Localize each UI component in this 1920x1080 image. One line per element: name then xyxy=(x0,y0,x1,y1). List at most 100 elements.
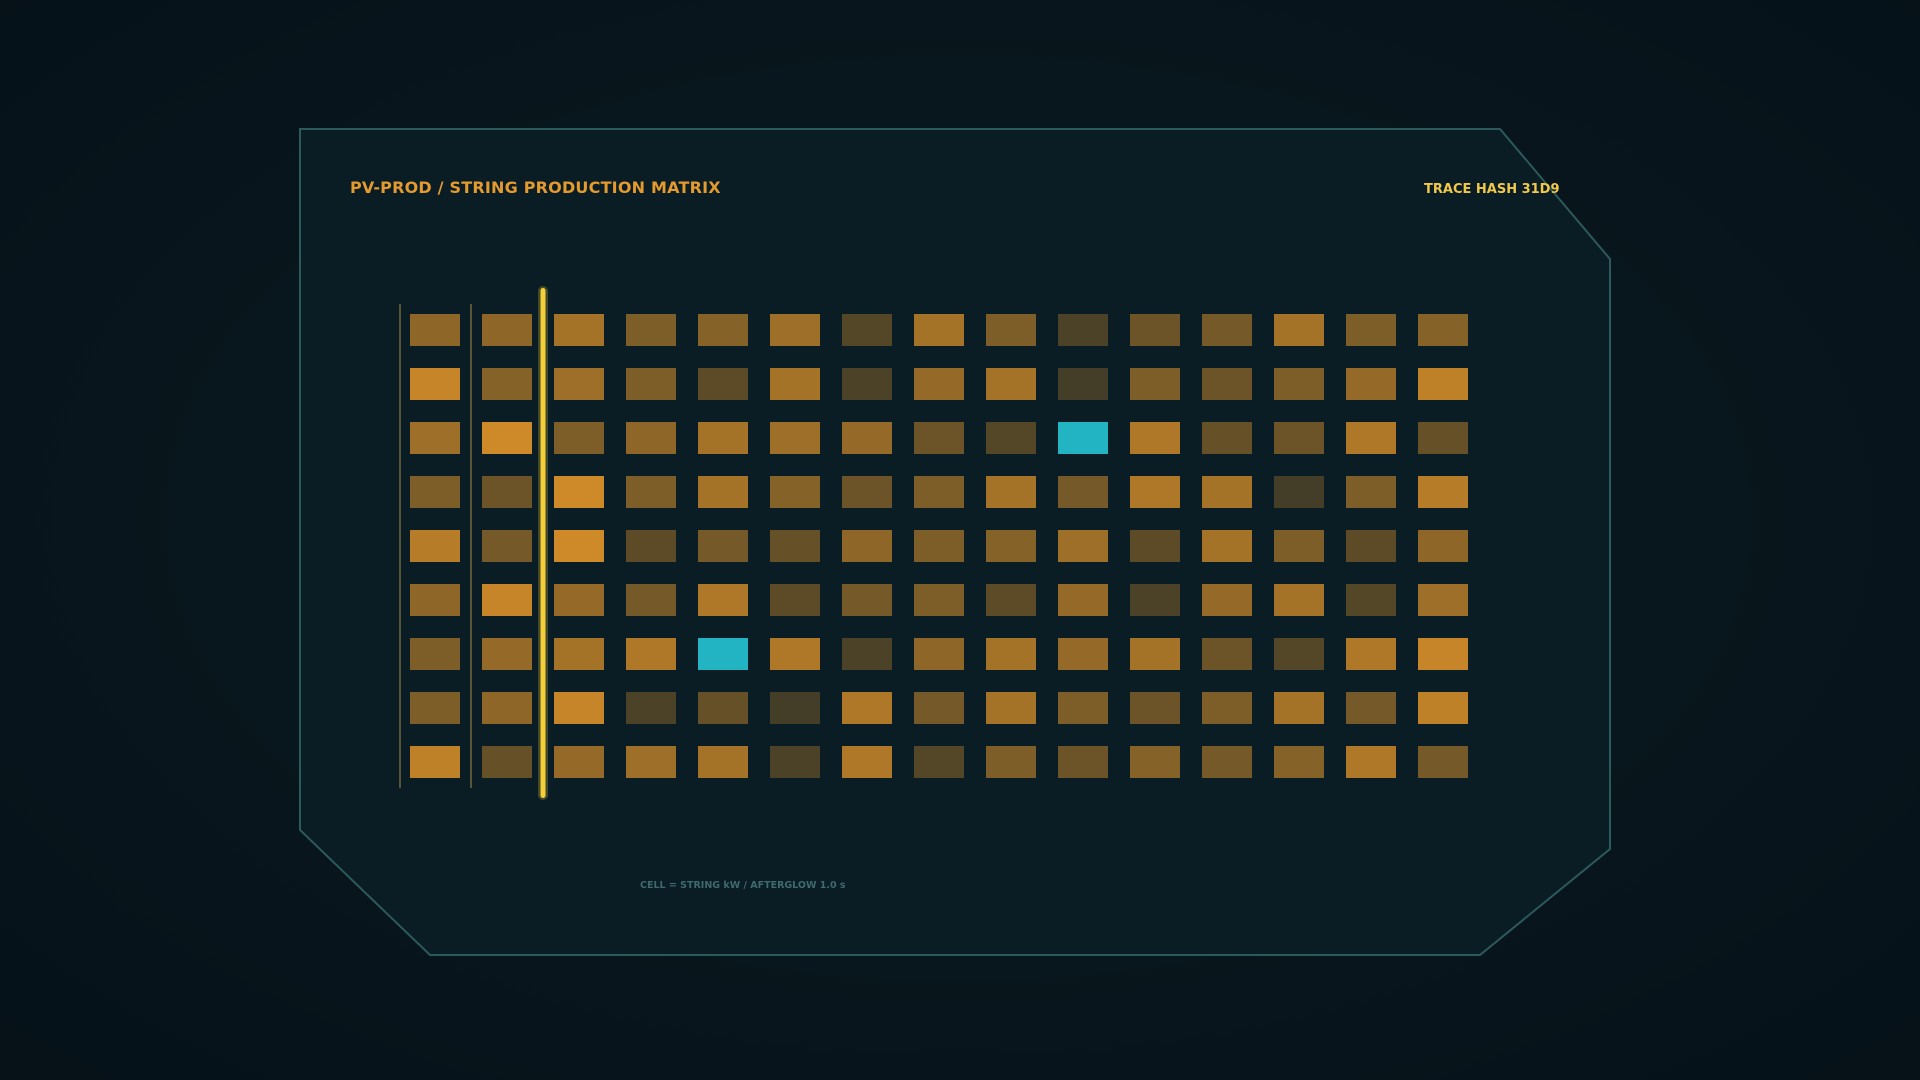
matrix-cell-r1-c15[interactable] xyxy=(1418,314,1468,346)
matrix-cell-r8-c7[interactable] xyxy=(842,692,892,724)
matrix-cell-r9-c2[interactable] xyxy=(482,746,532,778)
matrix-cell-r2-c6[interactable] xyxy=(770,368,820,400)
matrix-cell-r2-c3[interactable] xyxy=(554,368,604,400)
matrix-cell-r7-c2[interactable] xyxy=(482,638,532,670)
matrix-cell-r7-c11[interactable] xyxy=(1130,638,1180,670)
matrix-cell-r6-c1[interactable] xyxy=(410,584,460,616)
matrix-cell-r9-c3[interactable] xyxy=(554,746,604,778)
matrix-cell-r1-c10[interactable] xyxy=(1058,314,1108,346)
matrix-cell-r9-c8[interactable] xyxy=(914,746,964,778)
matrix-cell-r1-c5[interactable] xyxy=(698,314,748,346)
matrix-cell-r1-c7[interactable] xyxy=(842,314,892,346)
matrix-cell-r2-c7[interactable] xyxy=(842,368,892,400)
matrix-cell-r4-c15[interactable] xyxy=(1418,476,1468,508)
matrix-cell-r4-c5[interactable] xyxy=(698,476,748,508)
matrix-cell-r5-c15[interactable] xyxy=(1418,530,1468,562)
matrix-cell-r3-c5[interactable] xyxy=(698,422,748,454)
matrix-cell-r4-c12[interactable] xyxy=(1202,476,1252,508)
matrix-cell-r2-c8[interactable] xyxy=(914,368,964,400)
matrix-cell-r9-c13[interactable] xyxy=(1274,746,1324,778)
matrix-cell-r2-c2[interactable] xyxy=(482,368,532,400)
matrix-cell-r8-c6[interactable] xyxy=(770,692,820,724)
matrix-cell-r6-c14[interactable] xyxy=(1346,584,1396,616)
matrix-cell-r6-c4[interactable] xyxy=(626,584,676,616)
matrix-cell-r7-c8[interactable] xyxy=(914,638,964,670)
matrix-cell-r3-c1[interactable] xyxy=(410,422,460,454)
matrix-cell-r6-c8[interactable] xyxy=(914,584,964,616)
matrix-cell-r1-c8[interactable] xyxy=(914,314,964,346)
matrix-cell-r3-c12[interactable] xyxy=(1202,422,1252,454)
matrix-cell-r6-c15[interactable] xyxy=(1418,584,1468,616)
matrix-cell-r2-c12[interactable] xyxy=(1202,368,1252,400)
matrix-cell-r1-c3[interactable] xyxy=(554,314,604,346)
matrix-cell-r5-c4[interactable] xyxy=(626,530,676,562)
matrix-cell-r9-c14[interactable] xyxy=(1346,746,1396,778)
matrix-cell-r5-c13[interactable] xyxy=(1274,530,1324,562)
matrix-cell-r8-c11[interactable] xyxy=(1130,692,1180,724)
matrix-cell-r1-c13[interactable] xyxy=(1274,314,1324,346)
matrix-cell-r8-c12[interactable] xyxy=(1202,692,1252,724)
matrix-cell-r6-c3[interactable] xyxy=(554,584,604,616)
matrix-cell-r4-c4[interactable] xyxy=(626,476,676,508)
matrix-cell-r3-c8[interactable] xyxy=(914,422,964,454)
matrix-cell-r8-c15[interactable] xyxy=(1418,692,1468,724)
matrix-cell-r2-c1[interactable] xyxy=(410,368,460,400)
matrix-cell-r7-c5[interactable] xyxy=(698,638,748,670)
matrix-cell-r4-c11[interactable] xyxy=(1130,476,1180,508)
matrix-cell-r4-c10[interactable] xyxy=(1058,476,1108,508)
matrix-cell-r3-c6[interactable] xyxy=(770,422,820,454)
matrix-cell-r9-c4[interactable] xyxy=(626,746,676,778)
matrix-cell-r5-c12[interactable] xyxy=(1202,530,1252,562)
matrix-cell-r6-c6[interactable] xyxy=(770,584,820,616)
matrix-cell-r1-c6[interactable] xyxy=(770,314,820,346)
matrix-cell-r4-c2[interactable] xyxy=(482,476,532,508)
matrix-cell-r5-c11[interactable] xyxy=(1130,530,1180,562)
matrix-cell-r5-c2[interactable] xyxy=(482,530,532,562)
matrix-cell-r9-c15[interactable] xyxy=(1418,746,1468,778)
matrix-cell-r2-c11[interactable] xyxy=(1130,368,1180,400)
matrix-cell-r5-c3[interactable] xyxy=(554,530,604,562)
matrix-cell-r7-c7[interactable] xyxy=(842,638,892,670)
matrix-cell-r2-c13[interactable] xyxy=(1274,368,1324,400)
matrix-cell-r4-c7[interactable] xyxy=(842,476,892,508)
matrix-cell-r3-c11[interactable] xyxy=(1130,422,1180,454)
matrix-cell-r3-c3[interactable] xyxy=(554,422,604,454)
matrix-cell-r6-c11[interactable] xyxy=(1130,584,1180,616)
matrix-cell-r5-c6[interactable] xyxy=(770,530,820,562)
matrix-cell-r1-c9[interactable] xyxy=(986,314,1036,346)
matrix-cell-r1-c2[interactable] xyxy=(482,314,532,346)
matrix-cell-r7-c14[interactable] xyxy=(1346,638,1396,670)
matrix-cell-r7-c1[interactable] xyxy=(410,638,460,670)
matrix-cell-r8-c1[interactable] xyxy=(410,692,460,724)
matrix-cell-r8-c2[interactable] xyxy=(482,692,532,724)
matrix-cell-r2-c15[interactable] xyxy=(1418,368,1468,400)
matrix-cell-r3-c7[interactable] xyxy=(842,422,892,454)
matrix-cell-r7-c4[interactable] xyxy=(626,638,676,670)
matrix-cell-r5-c14[interactable] xyxy=(1346,530,1396,562)
matrix-cell-r6-c2[interactable] xyxy=(482,584,532,616)
matrix-cell-r1-c4[interactable] xyxy=(626,314,676,346)
matrix-cell-r2-c9[interactable] xyxy=(986,368,1036,400)
matrix-cell-r2-c14[interactable] xyxy=(1346,368,1396,400)
matrix-cell-r6-c7[interactable] xyxy=(842,584,892,616)
matrix-cell-r9-c1[interactable] xyxy=(410,746,460,778)
matrix-cell-r1-c12[interactable] xyxy=(1202,314,1252,346)
matrix-cell-r8-c13[interactable] xyxy=(1274,692,1324,724)
matrix-cell-r5-c5[interactable] xyxy=(698,530,748,562)
matrix-cell-r4-c13[interactable] xyxy=(1274,476,1324,508)
matrix-cell-r4-c3[interactable] xyxy=(554,476,604,508)
matrix-cell-r9-c12[interactable] xyxy=(1202,746,1252,778)
matrix-cell-r8-c9[interactable] xyxy=(986,692,1036,724)
matrix-cell-r9-c5[interactable] xyxy=(698,746,748,778)
scan-cursor[interactable] xyxy=(540,288,546,798)
matrix-cell-r6-c9[interactable] xyxy=(986,584,1036,616)
matrix-cell-r9-c9[interactable] xyxy=(986,746,1036,778)
matrix-cell-r6-c13[interactable] xyxy=(1274,584,1324,616)
matrix-cell-r3-c13[interactable] xyxy=(1274,422,1324,454)
matrix-cell-r9-c7[interactable] xyxy=(842,746,892,778)
matrix-cell-r1-c11[interactable] xyxy=(1130,314,1180,346)
matrix-cell-r8-c14[interactable] xyxy=(1346,692,1396,724)
matrix-cell-r7-c9[interactable] xyxy=(986,638,1036,670)
matrix-cell-r7-c10[interactable] xyxy=(1058,638,1108,670)
matrix-cell-r6-c5[interactable] xyxy=(698,584,748,616)
